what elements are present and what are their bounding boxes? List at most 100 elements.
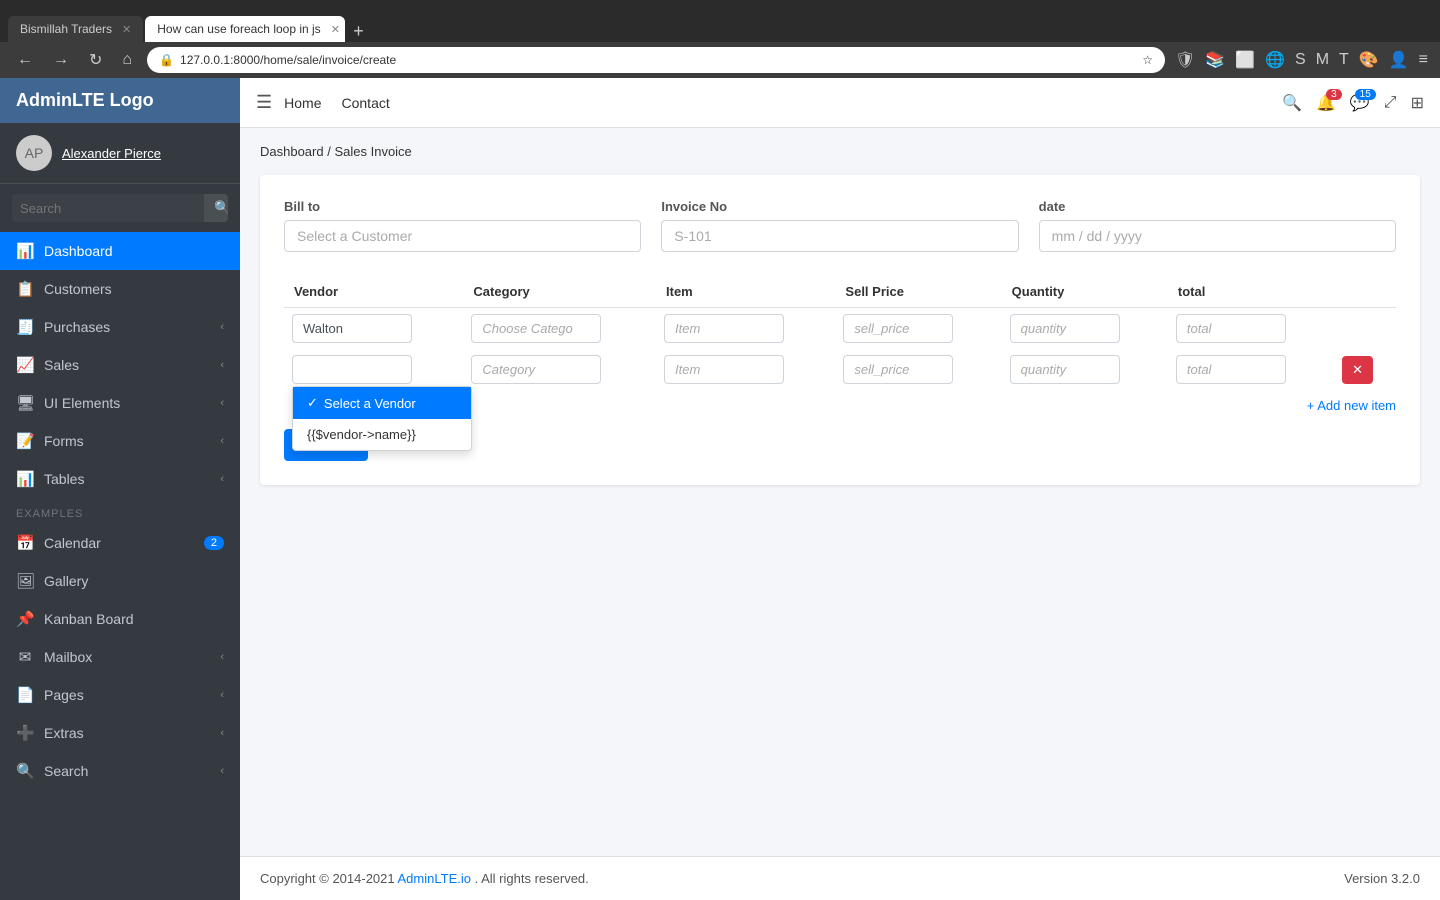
notifications-button[interactable]: 🔔 3 <box>1316 93 1336 113</box>
notifications-blue-badge: 15 <box>1355 89 1376 100</box>
invoice-no-label: Invoice No <box>661 199 1018 214</box>
notifications-red-badge: 3 <box>1326 89 1342 100</box>
item-input-1[interactable] <box>664 314 784 343</box>
vendor-template-label: {{$vendor->name}} <box>307 427 416 442</box>
extensions-icon[interactable]: 🛡 <box>1175 50 1195 70</box>
search-button[interactable]: 🔍 <box>204 194 228 222</box>
globe-icon[interactable]: 🌐 <box>1265 50 1285 70</box>
new-tab-button[interactable]: + <box>347 21 370 42</box>
translate-icon[interactable]: M <box>1316 51 1329 69</box>
category-cell-2 <box>463 349 656 390</box>
bookmarks-icon[interactable]: 📚 <box>1205 50 1225 70</box>
pocket-icon[interactable]: 🎨 <box>1359 50 1379 70</box>
total-input-1[interactable] <box>1176 314 1286 343</box>
price-cell-2 <box>835 349 1001 390</box>
total-cell-1 <box>1168 308 1334 350</box>
price-input-1[interactable] <box>843 314 953 343</box>
sidebar-item-forms[interactable]: 📝 Forms ‹ <box>0 422 240 460</box>
vendor-option-select[interactable]: ✓ Select a Vendor <box>293 387 471 419</box>
reload-button[interactable]: ↻ <box>84 48 107 72</box>
sidebar-search-container: 🔍 <box>0 184 240 232</box>
chevron-right-icon: ‹ <box>220 359 224 371</box>
topbar-search-button[interactable]: 🔍 <box>1282 93 1302 113</box>
date-input[interactable] <box>1039 220 1396 252</box>
forward-button[interactable]: → <box>48 49 74 71</box>
topbar-nav-contact[interactable]: Contact <box>342 95 390 111</box>
table-row <box>284 308 1396 350</box>
app: AdminLTE Logo AdminLTE AP Alexander Pier… <box>0 78 1440 900</box>
bill-to-input[interactable] <box>284 220 641 252</box>
actions-cell-2: ✕ <box>1334 349 1396 390</box>
address-bar[interactable]: 🔒 127.0.0.1:8000/home/sale/invoice/creat… <box>147 47 1165 73</box>
vendor-input-1[interactable] <box>292 314 412 343</box>
tab-bismillah[interactable]: Bismillah Traders ✕ <box>8 16 143 42</box>
col-vendor: Vendor <box>284 276 463 308</box>
tab-foreach[interactable]: How can use foreach loop in js ✕ <box>145 16 345 42</box>
bill-to-group: Bill to <box>284 199 641 252</box>
sidebar-item-extras[interactable]: ➕ Extras ‹ <box>0 714 240 752</box>
delete-row-button[interactable]: ✕ <box>1342 356 1373 384</box>
sync-icon[interactable]: S <box>1295 51 1306 69</box>
sidebar-item-label: Customers <box>44 281 224 297</box>
invoice-no-input[interactable] <box>661 220 1018 252</box>
topbar-nav-home[interactable]: Home <box>284 95 321 111</box>
qty-input-1[interactable] <box>1010 314 1120 343</box>
item-cell-1 <box>656 308 835 350</box>
tab-overview-icon[interactable]: ⬜ <box>1235 50 1255 70</box>
sidebar-item-mailbox[interactable]: ✉ Mailbox ‹ <box>0 638 240 676</box>
dashboard-icon: 📊 <box>16 242 34 260</box>
price-cell-1 <box>835 308 1001 350</box>
sidebar-item-gallery[interactable]: 🖼 Gallery <box>0 562 240 600</box>
add-item-link[interactable]: + Add new item <box>1307 398 1396 413</box>
category-input-1[interactable] <box>471 314 601 343</box>
gallery-icon: 🖼 <box>16 572 34 590</box>
price-input-2[interactable] <box>843 355 953 384</box>
back-button[interactable]: ← <box>12 49 38 71</box>
user-name[interactable]: Alexander Pierce <box>62 146 161 161</box>
actions-cell-1 <box>1334 308 1396 350</box>
sidebar-item-label: Purchases <box>44 319 210 335</box>
sidebar-item-tables[interactable]: 📊 Tables ‹ <box>0 460 240 498</box>
col-sell-price: Sell Price <box>835 276 1001 308</box>
calendar-badge: 2 <box>204 536 224 550</box>
sidebar-item-customers[interactable]: 📋 Customers <box>0 270 240 308</box>
footer-copyright: Copyright © 2014-2021 AdminLTE.io . All … <box>260 871 589 886</box>
date-group: date <box>1039 199 1396 252</box>
qty-input-2[interactable] <box>1010 355 1120 384</box>
home-button[interactable]: ⌂ <box>117 49 137 71</box>
qty-cell-1 <box>1002 308 1168 350</box>
total-input-2[interactable] <box>1176 355 1286 384</box>
browser-chrome: Bismillah Traders ✕ How can use foreach … <box>0 0 1440 42</box>
brand-logo: AdminLTE Logo <box>16 90 154 111</box>
sidebar-item-ui-elements[interactable]: 🖥 UI Elements ‹ <box>0 384 240 422</box>
vendor-option-label: Select a Vendor <box>324 396 416 411</box>
reader-icon[interactable]: T <box>1339 51 1349 69</box>
vendor-option-name[interactable]: {{$vendor->name}} <box>293 419 471 450</box>
tab-close-2[interactable]: ✕ <box>331 23 340 36</box>
vendor-input-2[interactable] <box>292 355 412 384</box>
footer-brand-link[interactable]: AdminLTE.io <box>398 871 471 886</box>
sidebar-item-purchases[interactable]: 🧾 Purchases ‹ <box>0 308 240 346</box>
footer: Copyright © 2014-2021 AdminLTE.io . All … <box>240 856 1440 900</box>
sidebar-item-search[interactable]: 🔍 Search ‹ <box>0 752 240 790</box>
tab-close-1[interactable]: ✕ <box>122 23 131 36</box>
sidebar-item-label: Search <box>44 763 210 779</box>
messages-button[interactable]: 💬 15 <box>1350 93 1370 113</box>
sidebar-item-pages[interactable]: 📄 Pages ‹ <box>0 676 240 714</box>
item-input-2[interactable] <box>664 355 784 384</box>
sidebar-item-kanban[interactable]: 📌 Kanban Board <box>0 600 240 638</box>
sidebar-item-calendar[interactable]: 📅 Calendar 2 <box>0 524 240 562</box>
sidebar-toggle-button[interactable]: ☰ <box>256 92 272 113</box>
search-input[interactable] <box>12 195 204 222</box>
expand-button[interactable]: ⤢ <box>1384 94 1397 112</box>
grid-button[interactable]: ⊞ <box>1411 93 1424 113</box>
category-input-2[interactable] <box>471 355 601 384</box>
star-icon[interactable]: ☆ <box>1142 53 1153 67</box>
sidebar-item-dashboard[interactable]: 📊 Dashboard <box>0 232 240 270</box>
profile-icon[interactable]: 👤 <box>1389 50 1409 70</box>
menu-icon[interactable]: ≡ <box>1419 51 1428 69</box>
table-row: ✓ Select a Vendor {{$vendor->name}} <box>284 349 1396 390</box>
purchases-icon: 🧾 <box>16 318 34 336</box>
breadcrumb-parent: Dashboard <box>260 144 324 159</box>
sidebar-item-sales[interactable]: 📈 Sales ‹ <box>0 346 240 384</box>
